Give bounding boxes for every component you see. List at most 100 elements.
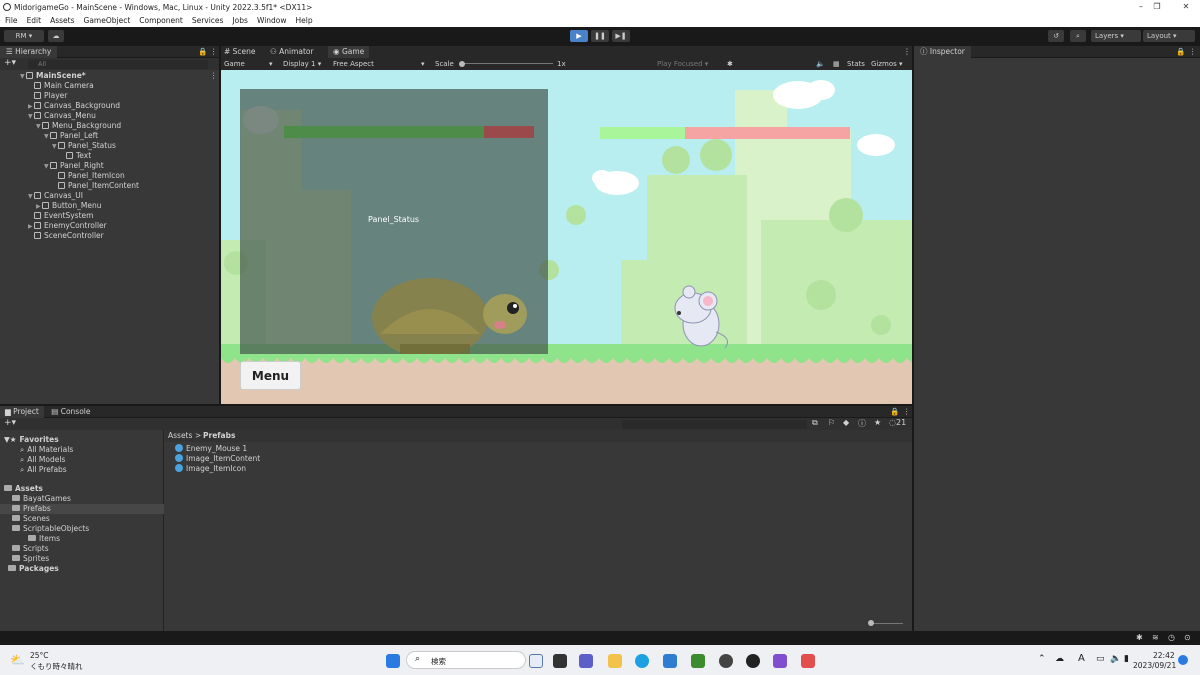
project-search-input[interactable] <box>622 420 807 429</box>
folder-item-prefabs[interactable]: Prefabs <box>0 504 164 514</box>
battery-icon[interactable]: ▮ <box>1124 654 1129 664</box>
unity-icon[interactable] <box>746 654 760 668</box>
mute-audio-icon[interactable]: 🔈 <box>816 58 825 70</box>
folder-item-sprites[interactable]: Sprites <box>0 554 164 564</box>
play-focused-dropdown[interactable]: Play Focused ▾ <box>657 58 708 70</box>
tab-scene[interactable]: # Scene <box>224 46 256 58</box>
assets-section[interactable]: Assets <box>0 484 164 494</box>
hidden-packages-icon[interactable]: ◌21 <box>889 418 906 427</box>
info-icon[interactable]: ⓘ <box>858 418 866 429</box>
bug-report-icon[interactable]: ✱ <box>1136 633 1143 642</box>
lock-icon[interactable]: 🔒 <box>198 46 207 58</box>
notification-bell-icon[interactable] <box>1178 655 1188 665</box>
prefab-file-item[interactable]: Enemy_Mouse 1 <box>175 444 247 454</box>
menu-item-help[interactable]: Help <box>296 16 313 25</box>
chevron-up-icon[interactable]: ⌃ <box>1038 654 1046 664</box>
filter-label-icon[interactable]: ⚐ <box>828 418 835 427</box>
hierarchy-item[interactable]: Main Camera <box>28 81 94 91</box>
hierarchy-item[interactable]: ▶ EnemyController <box>28 221 107 231</box>
menu-item-component[interactable]: Component <box>139 16 183 25</box>
start-windows-icon[interactable] <box>386 654 400 668</box>
tab-game[interactable]: ◉ Game <box>328 46 370 58</box>
more-icon[interactable]: ⋮ <box>210 46 218 58</box>
add-icon[interactable]: +▾ <box>4 418 16 428</box>
lock-icon[interactable]: 🔒 <box>890 406 899 418</box>
hierarchy-item[interactable]: SceneController <box>28 231 104 241</box>
breadcrumb-prefabs[interactable]: Prefabs <box>203 431 235 440</box>
hierarchy-item[interactable]: EventSystem <box>28 211 93 221</box>
hierarchy-tab[interactable]: ☰ Hierarchy <box>0 46 58 58</box>
visual-studio-icon[interactable] <box>773 654 787 668</box>
folder-item-scripts[interactable]: Scripts <box>0 544 164 554</box>
hierarchy-item[interactable]: Panel_ItemContent <box>52 181 139 191</box>
menu-item-edit[interactable]: Edit <box>27 16 42 25</box>
close-button[interactable]: ✕ <box>1172 0 1200 14</box>
folder-item-bayatgames[interactable]: BayatGames <box>0 494 164 504</box>
clock-date[interactable]: 2023/09/21 <box>1133 661 1176 670</box>
play-button[interactable]: ▶ <box>570 30 588 42</box>
favorite-item[interactable]: ⌕ All Prefabs <box>0 465 164 475</box>
hierarchy-item[interactable]: ▼ Canvas_UI <box>28 191 83 201</box>
prefab-file-item[interactable]: Image_ItemIcon <box>175 464 246 474</box>
menu-item-window[interactable]: Window <box>257 16 287 25</box>
game-view[interactable]: Panel_Status Menu <box>221 70 912 404</box>
file-explorer-icon[interactable] <box>608 654 622 668</box>
onedrive-cloud-icon[interactable]: ☁ <box>1055 654 1064 664</box>
favorites-section[interactable]: ▼★ Favorites <box>0 435 164 445</box>
store-icon[interactable] <box>663 654 677 668</box>
hierarchy-item[interactable]: ▼ MainScene* <box>20 71 86 81</box>
icon-size-slider[interactable] <box>869 623 903 624</box>
maximize-button[interactable]: ❐ <box>1143 0 1171 14</box>
hierarchy-item[interactable]: ▼ Canvas_Menu <box>28 111 96 121</box>
breadcrumb-assets[interactable]: Assets <box>168 431 192 440</box>
tab-project[interactable]: ▆ Project <box>0 406 44 418</box>
display-dropdown[interactable]: Display 1 ▾ <box>283 58 321 70</box>
bing-icon[interactable] <box>529 654 543 668</box>
stats-button[interactable]: Stats <box>847 58 865 70</box>
more-icon[interactable]: ⋮ <box>903 406 911 418</box>
snipping-tool-icon[interactable] <box>801 654 815 668</box>
lock-icon[interactable]: 🔒 <box>1176 46 1185 58</box>
hierarchy-item[interactable]: ▼ Panel_Left <box>44 131 98 141</box>
hierarchy-item[interactable]: ▶ Canvas_Background <box>28 101 120 111</box>
scale-slider-handle[interactable] <box>459 61 465 67</box>
filter-type-icon[interactable]: ⧉ <box>812 418 818 428</box>
add-icon[interactable]: +▾ <box>4 58 16 68</box>
more-icon[interactable]: ⋮ <box>903 46 911 58</box>
layers-stack-icon[interactable]: ≋ <box>1152 633 1159 642</box>
taskbar-search-box[interactable]: ⌕ 検索 <box>406 651 526 669</box>
favorite-item[interactable]: ⌕ All Models <box>0 455 164 465</box>
menu-item-assets[interactable]: Assets <box>50 16 74 25</box>
clock-time[interactable]: 22:42 <box>1153 651 1175 660</box>
hierarchy-item[interactable]: Panel_ItemIcon <box>52 171 125 181</box>
folder-item-scenes[interactable]: Scenes <box>0 514 164 524</box>
cloud-icon[interactable]: ☁ <box>48 30 64 42</box>
hierarchy-item[interactable]: ▶ Button_Menu <box>36 201 101 211</box>
step-button[interactable]: ▶❚ <box>612 30 630 42</box>
task-view-icon[interactable] <box>553 654 567 668</box>
network-icon[interactable]: ▭ <box>1096 654 1105 664</box>
packages-section[interactable]: Packages <box>0 564 164 574</box>
layers-dropdown[interactable]: Layers ▾ <box>1091 30 1141 42</box>
tab-console[interactable]: ▤ Console <box>46 406 95 418</box>
volume-icon[interactable]: 🔈 <box>1110 654 1121 664</box>
weather-icon[interactable]: ⛅ <box>10 653 25 667</box>
folder-item-items[interactable]: Items <box>0 534 164 544</box>
game-mode-dropdown[interactable]: Game ▾ <box>224 58 273 70</box>
account-button[interactable]: RM ▾ <box>4 30 44 42</box>
favorite-star-icon[interactable]: ★ <box>874 418 881 427</box>
hierarchy-item[interactable]: ▼ Menu_Background <box>36 121 121 131</box>
prefab-file-item[interactable]: Image_ItemContent <box>175 454 260 464</box>
aspect-dropdown[interactable]: Free Aspect ▾ <box>333 58 425 70</box>
layout-dropdown[interactable]: Layout ▾ <box>1143 30 1195 42</box>
menu-item-jobs[interactable]: Jobs <box>232 16 247 25</box>
menu-item-gameobject[interactable]: GameObject <box>84 16 131 25</box>
history-icon[interactable]: ↺ <box>1048 30 1064 42</box>
menu-item-services[interactable]: Services <box>192 16 224 25</box>
stats-grid-icon[interactable]: ▦ <box>833 58 840 70</box>
gizmos-dropdown[interactable]: Gizmos ▾ <box>871 58 903 70</box>
inspector-tab[interactable]: ⓘ Inspector <box>914 46 971 58</box>
folder-item-scriptableobjects[interactable]: ScriptableObjects <box>0 524 164 534</box>
tab-animator[interactable]: ⚇ Animator <box>270 46 314 58</box>
bug-icon[interactable]: ✱ <box>727 58 733 70</box>
